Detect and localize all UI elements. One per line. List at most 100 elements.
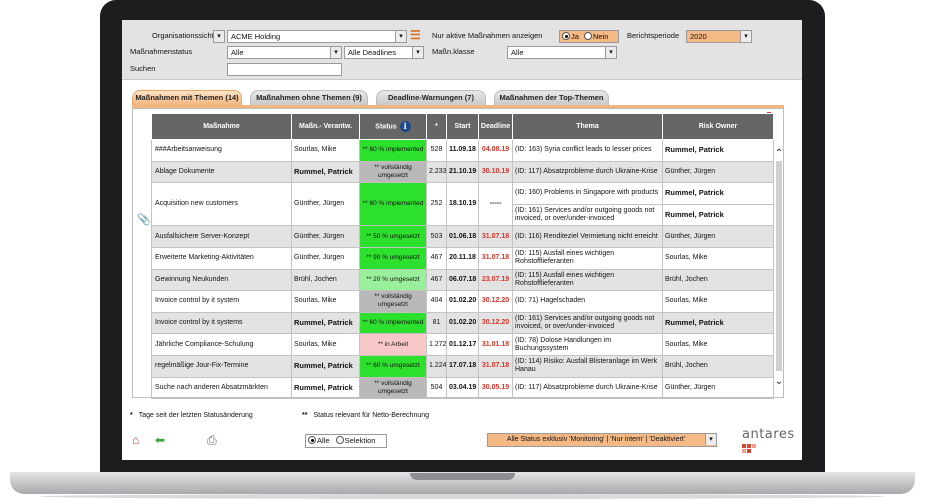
search-input[interactable]	[227, 63, 342, 76]
scroll-up-icon[interactable]: ⌃	[773, 149, 785, 159]
cell-risk-owner: Sourlas, Mike	[662, 290, 774, 313]
cell-start: 17.07.18	[446, 354, 479, 378]
printer-icon[interactable]: ⎙	[207, 433, 217, 447]
class-select[interactable]: Alle ▾	[507, 46, 617, 59]
cell-risk-owner: Rummel, Patrick	[662, 139, 774, 162]
tab-measures-with-topics[interactable]: Maßnahmen mit Themen (14)	[132, 90, 242, 106]
measures-table: Maßnahme Maßn.- Verantw. Status i * Start…	[151, 113, 774, 400]
col-owner[interactable]: Maßn.- Verantw.	[291, 113, 360, 140]
cell-days: 504	[426, 376, 447, 400]
cell-measure: Invoice control by it systems	[151, 311, 292, 335]
cell-risk-owner: Günther, Jürgen	[662, 160, 774, 184]
table-row[interactable]: Suche nach anderen Absatzmärkten Rummel, …	[151, 376, 774, 400]
org-tree-icon[interactable]: ☰	[410, 28, 422, 42]
info-icon[interactable]: i	[399, 121, 411, 132]
table-row[interactable]: Ausfallsichere Server-Konzept Günther, Jü…	[151, 225, 774, 248]
active-only-toggle: Ja Nein	[559, 30, 619, 43]
deadline-value: Alle Deadlines	[348, 48, 396, 57]
cell-status: ** 50 % umgesetzt	[359, 225, 427, 248]
col-topic[interactable]: Thema	[512, 113, 663, 140]
back-arrow-icon[interactable]: ⬅	[155, 433, 165, 447]
cell-risk-owner: Günther, Jürgen	[662, 376, 774, 400]
cell-days: 1.272	[426, 333, 447, 356]
legend-double-star: **	[302, 412, 308, 419]
col-measure[interactable]: Maßnahme	[151, 113, 292, 140]
org-label: Organisationssicht	[152, 31, 214, 40]
paperclip-icon[interactable]: 📎	[137, 213, 151, 226]
cell-deadline: 30.12.20	[478, 290, 513, 313]
col-deadline[interactable]: Deadline	[478, 113, 513, 140]
tab-top-topic-measures[interactable]: Maßnahmen der Top-Themen	[494, 90, 609, 106]
cell-topic: (ID: 161) Services and/or outgoing goods…	[512, 203, 663, 227]
col-start[interactable]: Start	[446, 113, 479, 140]
cell-deadline: 30.05.19	[478, 376, 513, 400]
home-icon[interactable]: ⌂	[132, 433, 139, 447]
cell-topic: (ID: 115) Ausfall eines wichtigen Rohsto…	[512, 246, 663, 270]
radio-selection-label: Selektion	[344, 436, 376, 445]
tab-deadline-warnings[interactable]: Deadline-Warnungen (7)	[376, 90, 486, 106]
logo-square	[742, 449, 746, 453]
cell-deadline: -----	[478, 182, 513, 227]
table-row[interactable]: Erweiterte Marketing-Aktivitäten Günther,…	[151, 246, 774, 270]
search-label: Suchen	[130, 64, 156, 73]
cell-topic: (ID: 117) Absatzprobleme durch Ukraine-K…	[512, 376, 663, 400]
cell-topic: (ID: 71) Hagelschaden	[512, 290, 663, 313]
radio-no[interactable]	[584, 32, 593, 40]
radio-selection[interactable]	[335, 436, 344, 444]
org-select[interactable]: ACME Holding ▾	[227, 30, 407, 43]
cell-risk-owner: Rummel, Patrick	[662, 182, 774, 205]
filter-panel: Organisationssicht ▾ ACME Holding ▾ ☰ Nur…	[122, 20, 802, 80]
tab-measures-without-topics[interactable]: Maßnahmen ohne Themen (9)	[250, 90, 368, 106]
table-row[interactable]: Jährliche Compliance-Schulung Sourlas, Mi…	[151, 333, 774, 356]
cell-measure: Acquisition new customers	[151, 182, 292, 227]
table-row[interactable]: regelmäßige Jour-Fix-Termine Rummel, Patr…	[151, 354, 774, 378]
radio-all[interactable]	[308, 436, 316, 444]
scroll-down-icon[interactable]: ⌄	[773, 377, 785, 387]
status-scope-select[interactable]: Alle Status exklusiv 'Monitoring' | 'Nur…	[487, 433, 717, 447]
radio-yes[interactable]	[562, 32, 570, 40]
table-row[interactable]: Invoice control by it systems Rummel, Pat…	[151, 311, 774, 335]
period-select[interactable]: 2020 ▾	[686, 30, 752, 43]
cell-topic: (ID: 160) Problems in Singapore with pro…	[512, 182, 663, 205]
cell-days: 503	[426, 225, 447, 248]
org-view-dropdown[interactable]: ▾	[213, 30, 225, 43]
status-select[interactable]: Alle ▾	[227, 46, 342, 59]
legend-days-text: Tage seit der letzten Statusänderung	[138, 412, 253, 419]
cell-topic: (ID: 117) Absatzprobleme durch Ukraine-K…	[512, 160, 663, 184]
cell-topic: (ID: 78) Dolose Handlungen im Buchungssy…	[512, 333, 663, 356]
cell-status: ** 60 % umgesetzt	[359, 354, 427, 378]
table-row[interactable]: Ablage Dokumente Rummel, Patrick ** vollst…	[151, 160, 774, 184]
status-label: Maßnahmenstatus	[130, 47, 193, 56]
cell-topic: (ID: 115) Ausfall eines wichtigen Rohsto…	[512, 268, 663, 292]
cell-owner: Rummel, Patrick	[291, 354, 360, 378]
table-row[interactable]: ###Arbeitsanweisung Sourlas, Mike ** 60 % …	[151, 139, 774, 162]
table-row[interactable]: Gewinnung Neukunden Brühl, Jochen ** 20 % …	[151, 268, 774, 292]
deadline-select[interactable]: Alle Deadlines ▾	[344, 46, 424, 59]
cell-days: 467	[426, 246, 447, 270]
scrollbar[interactable]	[776, 161, 782, 371]
col-status[interactable]: Status i	[359, 113, 427, 140]
col-risk-owner[interactable]: Risk Owner	[662, 113, 774, 140]
cell-topic: (ID: 116) Renditeziel Vermietung nicht e…	[512, 225, 663, 248]
bottom-bar: ⌂ ⬅ ⎙ Alle Selektion Alle Status exklusi…	[122, 425, 802, 460]
chevron-down-icon: ▾	[605, 47, 616, 58]
legend-days: * Tage seit der letzten Statusänderung	[130, 412, 253, 419]
cell-days: 252	[426, 182, 447, 227]
radio-no-label: Nein	[593, 32, 609, 41]
cell-deadline: 30.10.19	[478, 160, 513, 184]
cell-days: 528	[426, 139, 447, 162]
cell-status: ** 60 % implemented	[359, 182, 427, 227]
chevron-down-icon: ▾	[705, 434, 716, 445]
col-days[interactable]: *	[426, 113, 447, 140]
table-row[interactable]: Invoice control by it system Sourlas, Mik…	[151, 290, 774, 313]
period-value: 2020	[690, 32, 707, 41]
cell-deadline: 31.01.18	[478, 333, 513, 356]
cell-owner: Rummel, Patrick	[291, 160, 360, 184]
cell-start: 11.09.18	[446, 139, 479, 162]
status-scope-value: Alle Status exklusiv 'Monitoring' | 'Nur…	[506, 436, 686, 443]
cell-deadline: 31.07.18	[478, 225, 513, 248]
table-row[interactable]: Acquisition new customers Günther, Jürgen…	[151, 182, 774, 227]
cell-start: 01.02.20	[446, 290, 479, 313]
cell-measure: Ausfallsichere Server-Konzept	[151, 225, 292, 248]
cell-topic: (ID: 161) Services and/or outgoing goods…	[512, 311, 663, 335]
